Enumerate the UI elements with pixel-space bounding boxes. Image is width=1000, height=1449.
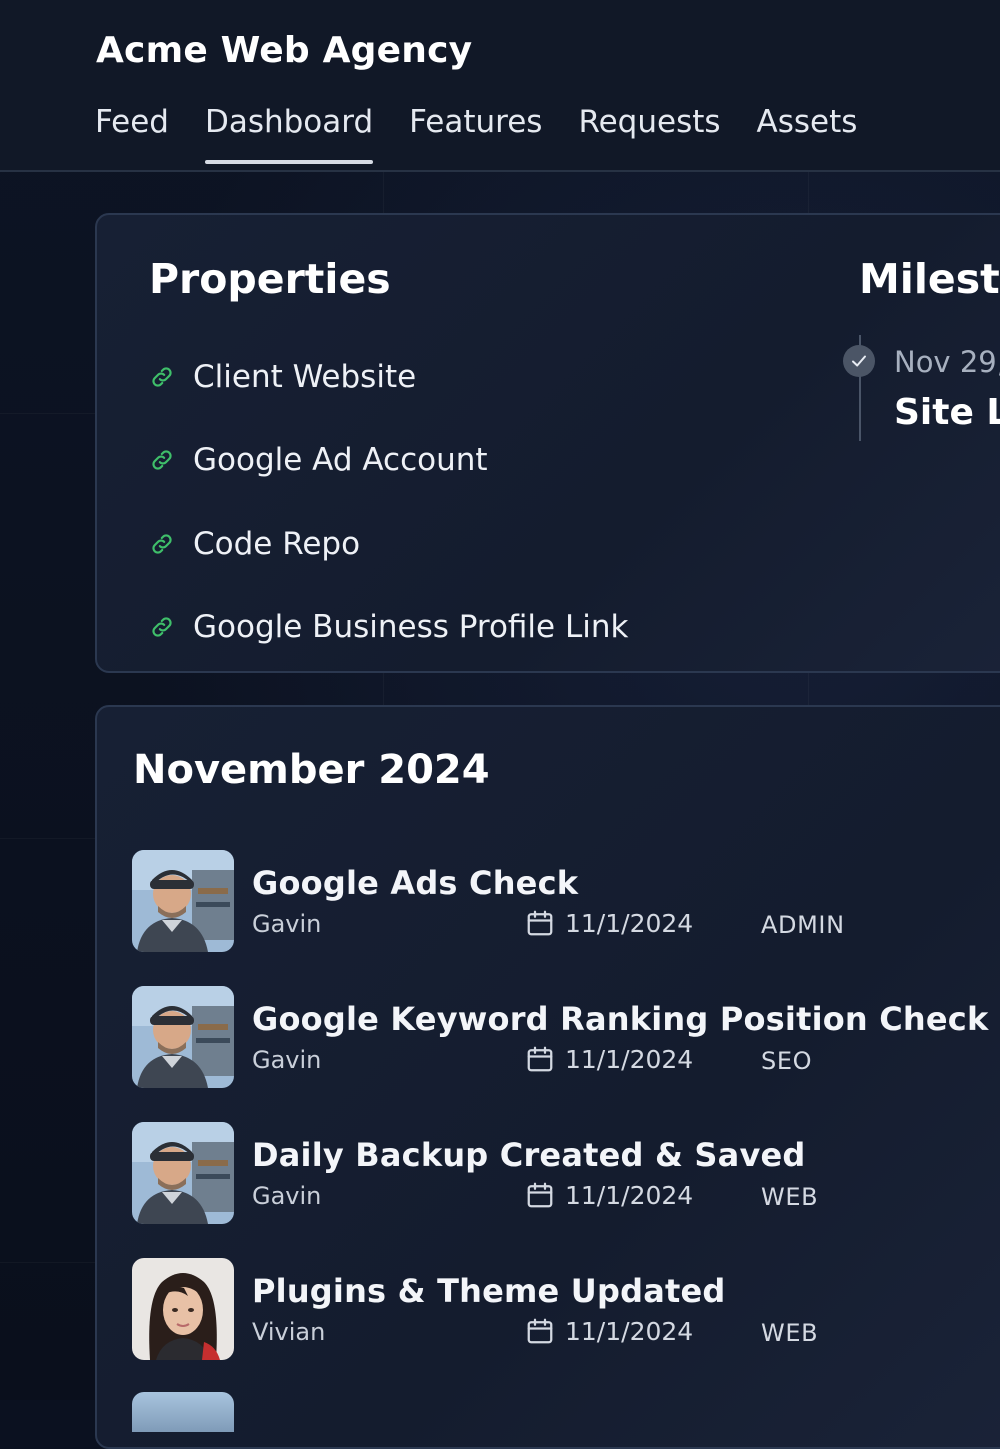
activity-date: 11/1/2024 <box>565 908 694 938</box>
activity-user: Vivian <box>252 1318 326 1346</box>
activity-tag: ADMIN <box>761 911 845 939</box>
property-label: Code Repo <box>193 525 361 562</box>
link-icon <box>152 534 172 554</box>
property-label: Google Business Profile Link <box>193 609 629 646</box>
activity-tag: WEB <box>761 1319 819 1347</box>
property-client-website[interactable]: Client Website <box>149 335 628 419</box>
activity-row[interactable]: Plugins & Theme Updated Vivian 11/1/2024… <box>132 1258 1000 1360</box>
avatar <box>132 986 234 1088</box>
activity-row[interactable]: Google Keyword Ranking Position Check Ga… <box>132 986 1000 1088</box>
activity-date: 11/1/2024 <box>565 1044 694 1074</box>
activity-title: Google Ads Check <box>252 864 579 902</box>
activity-date-wrap: 11/1/2024 <box>525 1180 693 1210</box>
milestone-title[interactable]: Site La <box>894 392 1000 433</box>
avatar <box>132 1258 234 1360</box>
tab-features[interactable]: Features <box>409 104 542 164</box>
calendar-icon <box>527 1046 553 1072</box>
activity-user: Gavin <box>252 1046 322 1074</box>
properties-list: Client Website Google Ad Account Code Re… <box>149 335 628 669</box>
properties-card: Properties Client Website Google Ad Acco… <box>95 213 1000 673</box>
tab-dashboard[interactable]: Dashboard <box>204 104 374 164</box>
link-icon <box>152 450 172 470</box>
property-code-repo[interactable]: Code Repo <box>149 502 628 586</box>
avatar <box>132 850 234 952</box>
properties-title: Properties <box>149 255 391 303</box>
calendar-icon <box>527 1182 553 1208</box>
activity-row[interactable]: Daily Backup Created & Saved Gavin 11/1/… <box>132 1122 1000 1224</box>
activity-title: Plugins & Theme Updated <box>252 1272 726 1310</box>
activity-user: Gavin <box>252 910 322 938</box>
milestones-title: Milesto <box>859 255 1000 303</box>
link-icon <box>152 367 172 387</box>
activity-row[interactable]: Google Ads Check Gavin 11/1/2024 ADMIN <box>132 850 1000 952</box>
check-icon <box>843 345 875 377</box>
milestone-date: Nov 29, <box>894 345 1000 379</box>
activity-card: November 2024 Google Ads Check Gavin 11/… <box>95 705 1000 1449</box>
agency-name: Acme Web Agency <box>96 30 473 71</box>
property-google-ad-account[interactable]: Google Ad Account <box>149 419 628 503</box>
avatar <box>132 1122 234 1224</box>
property-label: Client Website <box>193 358 417 395</box>
calendar-icon <box>527 910 553 936</box>
activity-tag: SEO <box>761 1047 813 1075</box>
avatar <box>132 1392 234 1432</box>
activity-title: Daily Backup Created & Saved <box>252 1136 806 1174</box>
activity-date: 11/1/2024 <box>565 1180 694 1210</box>
activity-month-title: November 2024 <box>133 747 490 793</box>
property-label: Google Ad Account <box>193 442 488 479</box>
activity-date: 11/1/2024 <box>565 1316 694 1346</box>
activity-date-wrap: 11/1/2024 <box>525 1316 693 1346</box>
tab-assets[interactable]: Assets <box>757 104 858 164</box>
tab-feed[interactable]: Feed <box>95 104 169 164</box>
property-google-business-profile[interactable]: Google Business Profile Link <box>149 586 628 670</box>
activity-date-wrap: 11/1/2024 <box>525 1044 693 1074</box>
tab-requests[interactable]: Requests <box>578 104 720 164</box>
app-header: Acme Web Agency Feed Dashboard Features … <box>0 0 1000 172</box>
link-icon <box>152 617 172 637</box>
calendar-icon <box>527 1318 553 1344</box>
activity-date-wrap: 11/1/2024 <box>525 908 693 938</box>
nav-tabs: Feed Dashboard Features Requests Assets <box>95 104 893 164</box>
activity-tag: WEB <box>761 1183 819 1211</box>
activity-title: Google Keyword Ranking Position Check <box>252 1000 989 1038</box>
activity-user: Gavin <box>252 1182 322 1210</box>
